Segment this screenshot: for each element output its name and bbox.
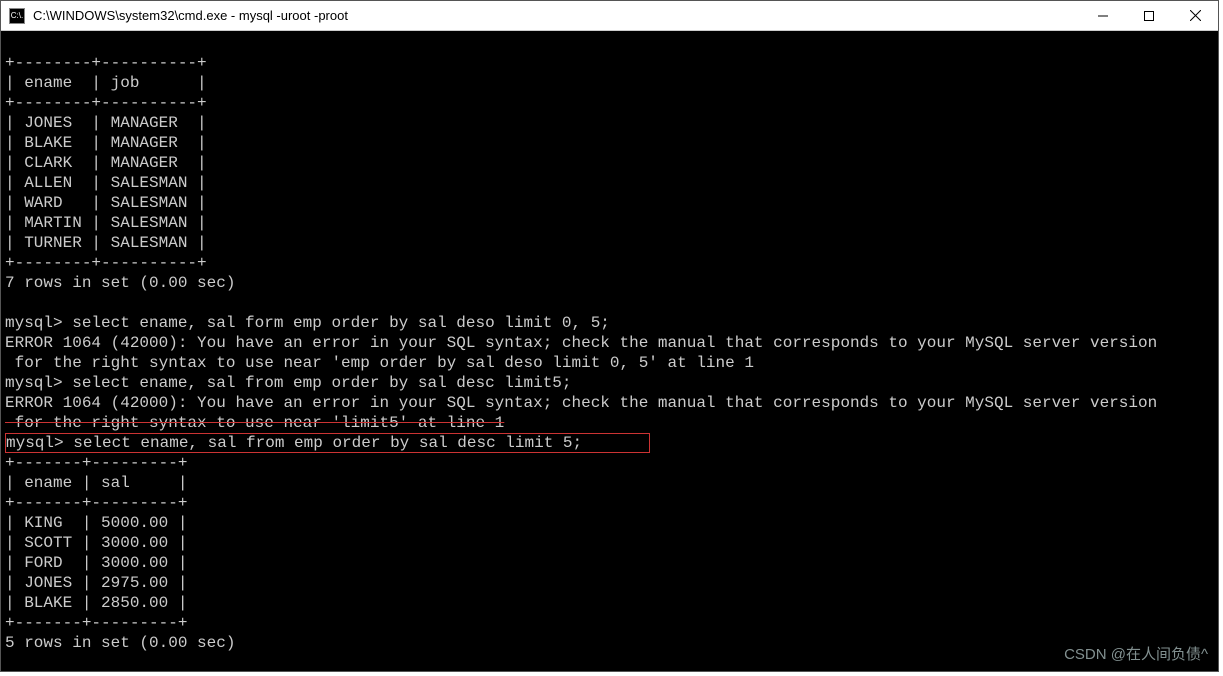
highlighted-command: mysql> select ename, sal from emp order … — [5, 433, 650, 453]
table-row: | BLAKE | MANAGER | — [5, 134, 207, 152]
error-text: for the right syntax to use near 'emp or… — [5, 354, 754, 372]
status-text: 5 rows in set (0.00 sec) — [5, 634, 235, 652]
status-text: 7 rows in set (0.00 sec) — [5, 274, 235, 292]
error-text: ERROR 1064 (42000): You have an error in… — [5, 334, 1157, 352]
table-border: +--------+----------+ — [5, 54, 207, 72]
table-row: | BLAKE | 2850.00 | — [5, 594, 187, 612]
table-header: | ename | sal | — [5, 474, 187, 492]
table-row: | TURNER | SALESMAN | — [5, 234, 207, 252]
table-border: +--------+----------+ — [5, 254, 207, 272]
table-row: | JONES | 2975.00 | — [5, 574, 187, 592]
table-row: | WARD | SALESMAN | — [5, 194, 207, 212]
table-row: | SCOTT | 3000.00 | — [5, 534, 187, 552]
table-header: | ename | job | — [5, 74, 207, 92]
table-row: | JONES | MANAGER | — [5, 114, 207, 132]
maximize-button[interactable] — [1126, 1, 1172, 31]
table-border: +-------+---------+ — [5, 454, 187, 472]
window-title: C:\WINDOWS\system32\cmd.exe - mysql -uro… — [33, 8, 348, 23]
table-row: | KING | 5000.00 | — [5, 514, 187, 532]
table-row: | ALLEN | SALESMAN | — [5, 174, 207, 192]
sql-command: select ename, sal from emp order by sal … — [64, 434, 582, 452]
sql-command: select ename, sal from emp order by sal … — [63, 374, 572, 392]
titlebar[interactable]: C:\. C:\WINDOWS\system32\cmd.exe - mysql… — [1, 1, 1218, 31]
sql-prompt: mysql> — [5, 374, 63, 392]
sql-prompt: mysql> — [6, 434, 64, 452]
error-text: ERROR 1064 (42000): You have an error in… — [5, 394, 1157, 412]
table-border: +-------+---------+ — [5, 614, 187, 632]
cmd-window: C:\. C:\WINDOWS\system32\cmd.exe - mysql… — [0, 0, 1219, 672]
watermark: CSDN @在人间负债^ — [1064, 645, 1208, 665]
table-border: +-------+---------+ — [5, 494, 187, 512]
table-row: | FORD | 3000.00 | — [5, 554, 187, 572]
cmd-icon: C:\. — [9, 8, 25, 24]
table-row: | MARTIN | SALESMAN | — [5, 214, 207, 232]
error-text-struck: for the right syntax to use near 'limit5… — [5, 414, 504, 432]
window-controls — [1080, 1, 1218, 31]
terminal-output[interactable]: +--------+----------+ | ename | job | +-… — [1, 31, 1218, 671]
table-border: +--------+----------+ — [5, 94, 207, 112]
sql-prompt: mysql> — [5, 314, 63, 332]
sql-command: select ename, sal form emp order by sal … — [63, 314, 610, 332]
minimize-button[interactable] — [1080, 1, 1126, 31]
table-row: | CLARK | MANAGER | — [5, 154, 207, 172]
close-button[interactable] — [1172, 1, 1218, 31]
